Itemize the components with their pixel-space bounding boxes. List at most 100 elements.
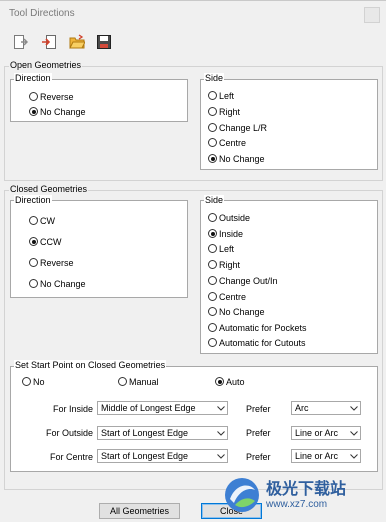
radio-indicator xyxy=(208,138,217,147)
closed-side-outside-radio[interactable]: Outside xyxy=(208,212,250,223)
radio-indicator xyxy=(29,279,38,288)
for-centre-label: For Centre xyxy=(49,452,93,462)
watermark: 极光下载站 www.xz7.com xyxy=(222,472,380,518)
window-close-button[interactable] xyxy=(364,7,380,23)
for-centre-prefer-select[interactable]: Line or Arc xyxy=(291,449,361,463)
start-point-auto-radio[interactable]: Auto xyxy=(215,376,245,387)
start-point-no-radio[interactable]: No xyxy=(22,376,45,387)
open-direction-reverse-radio[interactable]: Reverse xyxy=(29,91,74,102)
watermark-text: 极光下载站 xyxy=(266,480,347,498)
radio-label: CCW xyxy=(40,236,62,247)
radio-label: Outside xyxy=(219,212,251,223)
radio-label: Centre xyxy=(219,291,247,302)
prefer-label: Prefer xyxy=(246,428,271,438)
chevron-down-icon xyxy=(347,405,360,411)
radio-label: Automatic for Cutouts xyxy=(219,337,306,348)
closed-direction-reverse-radio[interactable]: Reverse xyxy=(29,257,74,268)
radio-indicator xyxy=(29,258,38,267)
radio-label: Reverse xyxy=(40,91,74,102)
closed-side-no-change-radio[interactable]: No Change xyxy=(208,306,265,317)
open-folder-icon xyxy=(69,34,85,49)
for-outside-prefer-select[interactable]: Line or Arc xyxy=(291,426,361,440)
save-button[interactable] xyxy=(95,33,113,51)
open-side-change-lr-radio[interactable]: Change L/R xyxy=(208,122,267,133)
radio-label: No Change xyxy=(40,278,86,289)
radio-label: Inside xyxy=(219,228,244,239)
open-side-right-radio[interactable]: Right xyxy=(208,106,240,117)
closed-direction-title: Direction xyxy=(14,195,52,205)
radio-label: Auto xyxy=(226,376,245,387)
select-value: Arc xyxy=(295,403,309,413)
start-point-title: Set Start Point on Closed Geometries xyxy=(14,360,167,370)
radio-indicator xyxy=(208,338,217,347)
for-outside-select[interactable]: Start of Longest Edge xyxy=(97,426,228,440)
open-side-no-change-radio[interactable]: No Change xyxy=(208,153,265,164)
closed-direction-no-change-radio[interactable]: No Change xyxy=(29,278,86,289)
closed-side-auto-pockets-radio[interactable]: Automatic for Pockets xyxy=(208,322,307,333)
select-value: Line or Arc xyxy=(295,451,339,461)
watermark-url: www.xz7.com xyxy=(266,498,328,510)
radio-label: Left xyxy=(219,90,235,101)
chevron-down-icon xyxy=(347,453,360,459)
prefer-label: Prefer xyxy=(246,452,271,462)
radio-label: Right xyxy=(219,259,241,270)
radio-indicator xyxy=(208,107,217,116)
export-icon xyxy=(42,35,56,49)
open-direction-title: Direction xyxy=(14,73,52,83)
radio-indicator xyxy=(208,229,217,238)
closed-direction-cw-radio[interactable]: CW xyxy=(29,215,55,226)
radio-label: Change Out/In xyxy=(219,275,278,286)
window-title: Tool Directions xyxy=(9,8,75,19)
open-geometries-title: Open Geometries xyxy=(9,60,83,70)
closed-side-left-radio[interactable]: Left xyxy=(208,243,234,254)
radio-label: No Change xyxy=(40,106,86,117)
radio-indicator xyxy=(29,237,38,246)
closed-side-auto-cutouts-radio[interactable]: Automatic for Cutouts xyxy=(208,337,306,348)
radio-indicator xyxy=(208,307,217,316)
all-geometries-button[interactable]: All Geometries xyxy=(99,503,180,519)
closed-side-inside-radio[interactable]: Inside xyxy=(208,228,243,239)
closed-side-centre-radio[interactable]: Centre xyxy=(208,291,246,302)
import-icon xyxy=(14,35,28,49)
closed-geometries-title: Closed Geometries xyxy=(9,184,89,194)
for-inside-select[interactable]: Middle of Longest Edge xyxy=(97,401,228,415)
radio-indicator xyxy=(208,292,217,301)
open-direction-no-change-radio[interactable]: No Change xyxy=(29,106,86,117)
import-button[interactable] xyxy=(11,33,29,51)
open-side-centre-radio[interactable]: Centre xyxy=(208,137,246,148)
chevron-down-icon xyxy=(214,405,227,411)
start-point-manual-radio[interactable]: Manual xyxy=(118,376,159,387)
window-top-border xyxy=(0,0,386,1)
closed-side-title: Side xyxy=(204,195,225,205)
closed-direction-ccw-radio[interactable]: CCW xyxy=(29,236,62,247)
radio-indicator xyxy=(22,377,31,386)
radio-indicator xyxy=(208,154,217,163)
closed-side-change-out-in-radio[interactable]: Change Out/In xyxy=(208,275,278,286)
radio-indicator xyxy=(208,213,217,222)
select-value: Start of Longest Edge xyxy=(101,428,189,438)
select-value: Middle of Longest Edge xyxy=(101,403,196,413)
radio-indicator xyxy=(208,276,217,285)
radio-indicator xyxy=(29,216,38,225)
radio-label: No Change xyxy=(219,153,265,164)
radio-label: No Change xyxy=(219,306,265,317)
radio-indicator xyxy=(29,107,38,116)
radio-label: Manual xyxy=(129,376,159,387)
chevron-down-icon xyxy=(214,453,227,459)
prefer-label: Prefer xyxy=(246,404,271,414)
radio-indicator xyxy=(208,91,217,100)
watermark-logo-icon xyxy=(225,478,259,512)
open-side-left-radio[interactable]: Left xyxy=(208,90,234,101)
radio-label: Left xyxy=(219,243,235,254)
closed-side-right-radio[interactable]: Right xyxy=(208,259,240,270)
open-button[interactable] xyxy=(68,33,86,51)
chevron-down-icon xyxy=(347,430,360,436)
radio-label: Reverse xyxy=(40,257,74,268)
radio-indicator xyxy=(29,92,38,101)
for-inside-prefer-select[interactable]: Arc xyxy=(291,401,361,415)
radio-indicator xyxy=(215,377,224,386)
for-centre-select[interactable]: Start of Longest Edge xyxy=(97,449,228,463)
radio-indicator xyxy=(208,244,217,253)
export-button[interactable] xyxy=(40,33,58,51)
open-side-title: Side xyxy=(204,73,225,83)
